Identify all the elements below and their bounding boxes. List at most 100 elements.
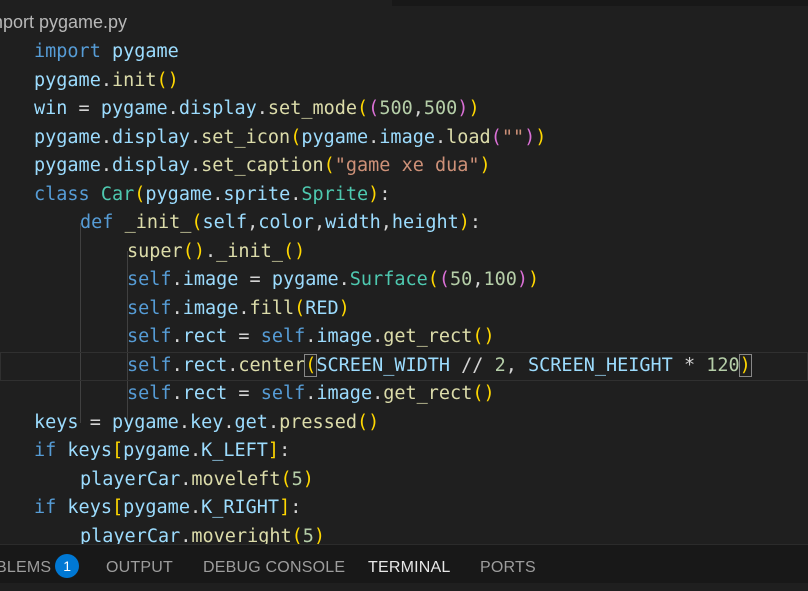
- code-line-2[interactable]: pygame.init(): [34, 67, 179, 96]
- code-token: moveright: [191, 526, 292, 544]
- active-editor-tab[interactable]: [0, 0, 392, 6]
- code-token: keys: [67, 497, 112, 518]
- code-token: Sprite: [301, 184, 369, 205]
- code-line-11[interactable]: self.rect = self.image.get_rect(): [127, 323, 495, 352]
- code-token: height: [391, 212, 459, 233]
- code-token: pygame: [123, 440, 190, 461]
- tab-terminal[interactable]: TERMINAL: [368, 545, 451, 583]
- code-line-10[interactable]: self.image.fill(RED): [127, 295, 350, 324]
- code-token: pygame: [111, 41, 179, 62]
- tab-ports[interactable]: PORTS: [480, 545, 536, 583]
- code-token: pygame: [34, 155, 101, 176]
- code-line-7[interactable]: def _init_(self,color,width,height):: [80, 209, 481, 238]
- code-line-3[interactable]: win = pygame.display.set_mode((500,500)): [34, 95, 480, 124]
- code-token: super: [127, 241, 183, 262]
- code-token: "": [501, 127, 525, 148]
- tab-problems[interactable]: BLEMS 1: [0, 545, 80, 583]
- tab-debug-console[interactable]: DEBUG CONSOLE: [203, 545, 345, 583]
- code-token: center: [238, 355, 306, 376]
- code-token: class: [34, 184, 90, 205]
- code-line-4[interactable]: pygame.display.set_icon(pygame.image.loa…: [34, 124, 546, 153]
- code-token: 50: [450, 269, 473, 290]
- code-token: Surface: [349, 269, 428, 290]
- code-token: color: [258, 212, 314, 233]
- code-token: self: [127, 355, 172, 376]
- code-line-13[interactable]: self.rect = self.image.get_rect(): [127, 380, 495, 409]
- code-token: display: [111, 127, 190, 148]
- problems-count-badge: 1: [55, 554, 80, 578]
- code-token: pygame: [301, 127, 369, 148]
- code-editor[interactable]: import pygame pygame.init() win = pygame…: [0, 37, 808, 544]
- code-line-17[interactable]: if keys[pygame.K_RIGHT]:: [34, 494, 301, 523]
- code-token: K_RIGHT: [201, 497, 280, 518]
- code-line-1[interactable]: import pygame: [34, 38, 179, 67]
- code-token: "game xe dua": [334, 155, 480, 176]
- code-token: rect: [182, 383, 228, 404]
- code-line-6[interactable]: class Car(pygame.sprite.Sprite):: [34, 181, 390, 210]
- code-token: keys: [67, 440, 112, 461]
- code-token: moveleft: [191, 469, 281, 490]
- code-token: self: [127, 269, 172, 290]
- code-token: get_rect: [383, 383, 473, 404]
- code-line-9[interactable]: self.image = pygame.Surface((50,100)): [127, 266, 539, 295]
- code-line-16[interactable]: playerCar.moveleft(5): [80, 466, 314, 495]
- code-token: 120: [706, 355, 740, 376]
- code-token: if: [34, 497, 57, 518]
- code-token: self: [127, 326, 172, 347]
- code-token: self: [127, 298, 172, 319]
- code-token: _init_: [124, 212, 192, 233]
- editor-tab-bar: [0, 0, 808, 6]
- code-token: display: [178, 98, 257, 119]
- code-token: pressed: [279, 412, 358, 433]
- code-line-15[interactable]: if keys[pygame.K_LEFT]:: [34, 437, 290, 466]
- panel-tab-bar: BLEMS 1 OUTPUT DEBUG CONSOLE TERMINAL POR…: [0, 544, 808, 583]
- code-token: pygame: [123, 497, 190, 518]
- code-token: image: [182, 298, 239, 319]
- code-token: self: [260, 383, 306, 404]
- tab-problems-label: BLEMS: [0, 559, 52, 576]
- code-token: rect: [182, 326, 228, 347]
- code-token: pygame: [271, 269, 339, 290]
- code-token: image: [182, 269, 239, 290]
- code-token: width: [325, 212, 381, 233]
- code-token: win: [34, 98, 68, 119]
- code-token: self: [127, 383, 172, 404]
- code-token: image: [316, 326, 373, 347]
- code-token: set_mode: [267, 98, 358, 119]
- code-token: K_LEFT: [201, 440, 268, 461]
- breadcrumb-file[interactable]: mport pygame.py: [0, 9, 127, 35]
- code-token: 500: [379, 98, 413, 119]
- code-token: get: [234, 412, 268, 433]
- code-token: SCREEN_WIDTH: [316, 355, 451, 376]
- code-line-12-current[interactable]: self.rect.center(SCREEN_WIDTH // 2, SCRE…: [0, 352, 808, 381]
- code-token: pygame: [111, 412, 179, 433]
- code-line-18[interactable]: playerCar.moveright(5): [80, 523, 325, 544]
- code-line-5[interactable]: pygame.display.set_caption("game xe dua"…: [34, 152, 491, 181]
- code-token: 5: [291, 469, 303, 490]
- code-line-14[interactable]: keys = pygame.key.get.pressed(): [34, 409, 379, 438]
- code-token: self: [260, 326, 306, 347]
- code-token: image: [316, 383, 373, 404]
- code-token: Car: [100, 184, 135, 205]
- code-token: display: [111, 155, 190, 176]
- code-token: 5: [302, 526, 314, 544]
- code-token: pygame: [100, 98, 168, 119]
- code-line-8[interactable]: super()._init_(): [127, 238, 305, 267]
- indent-guide: [80, 223, 81, 423]
- code-token: key: [189, 412, 224, 433]
- code-token: _init_: [216, 241, 283, 262]
- code-token: import: [34, 41, 101, 62]
- code-token: pygame: [34, 127, 101, 148]
- code-token: get_rect: [383, 326, 473, 347]
- code-token: load: [446, 127, 491, 148]
- code-token: playerCar: [80, 526, 181, 544]
- tab-output[interactable]: OUTPUT: [106, 545, 173, 583]
- code-token: set_icon: [201, 127, 291, 148]
- code-token: init: [111, 70, 157, 91]
- code-token: 500: [423, 98, 458, 119]
- code-token: self: [202, 212, 248, 233]
- code-token: pygame: [34, 70, 101, 91]
- code-token: 2: [494, 355, 506, 376]
- code-token: RED: [305, 298, 339, 319]
- code-token: set_caption: [201, 155, 324, 176]
